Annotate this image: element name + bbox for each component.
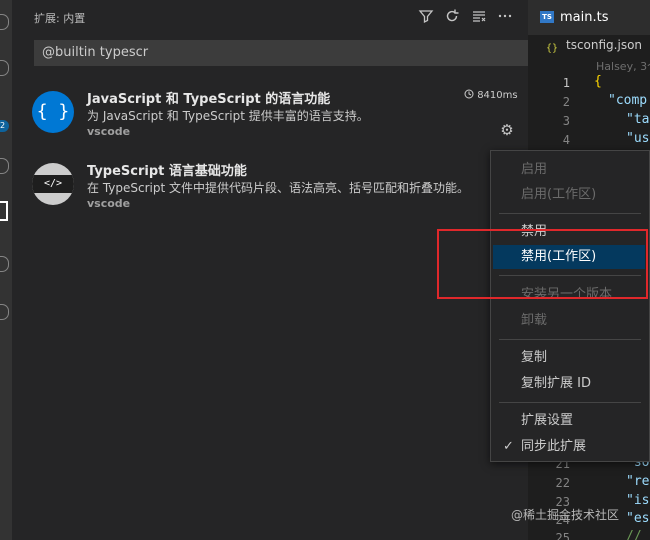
- search-icon[interactable]: [0, 60, 9, 76]
- svg-text:{}: {}: [546, 43, 558, 54]
- activation-time: 8410ms: [464, 89, 518, 101]
- extension-item-js-ts-features[interactable]: { } JavaScript 和 TypeScript 的语言功能 为 Java…: [12, 83, 528, 155]
- extension-publisher: vscode: [87, 125, 131, 138]
- testing-icon[interactable]: [0, 304, 9, 320]
- breadcrumb-file[interactable]: tsconfig.json: [566, 38, 642, 52]
- code-line[interactable]: "comp: [608, 93, 647, 108]
- extension-description: 为 JavaScript 和 TypeScript 提供丰富的语言支持。: [87, 109, 369, 123]
- panel-header: 扩展: 内置: [12, 0, 528, 36]
- explorer-icon[interactable]: [0, 14, 9, 30]
- panel-title: 扩展: 内置: [34, 12, 86, 25]
- search-input[interactable]: @builtin typescr: [34, 40, 528, 66]
- menu-item-enable-workspace[interactable]: 启用(工作区): [491, 183, 649, 207]
- gear-icon[interactable]: ⚙: [498, 121, 516, 139]
- code-line[interactable]: "es: [626, 511, 649, 526]
- source-control-badge: 2: [0, 120, 9, 132]
- remote-icon[interactable]: [0, 256, 9, 272]
- activity-bar: 2: [0, 0, 12, 540]
- line-number: 3: [562, 114, 570, 128]
- typescript-file-icon: TS: [540, 11, 554, 23]
- extension-publisher: vscode: [87, 197, 131, 210]
- code-line[interactable]: "is: [626, 493, 649, 508]
- line-number: 22: [555, 476, 570, 490]
- line-number: 2: [562, 95, 570, 109]
- menu-item-enable[interactable]: 启用: [491, 158, 649, 182]
- menu-item-copy[interactable]: 复制: [491, 346, 649, 370]
- extension-logo-code: </>: [32, 175, 74, 193]
- clock-icon: [464, 89, 474, 99]
- line-number: 1: [562, 76, 570, 90]
- menu-item-extension-settings[interactable]: 扩展设置: [491, 409, 649, 433]
- menu-item-label: 同步此扩展: [521, 439, 587, 454]
- run-debug-icon[interactable]: [0, 158, 9, 174]
- tab-main-ts[interactable]: TS main.ts: [528, 0, 650, 35]
- tab-label: main.ts: [560, 10, 609, 25]
- menu-item-uninstall[interactable]: 卸载: [491, 309, 649, 333]
- refresh-icon[interactable]: [443, 8, 461, 26]
- extension-context-menu: 启用 启用(工作区) 禁用 禁用(工作区) 安装另一个版本 卸载 复制 复制扩展…: [490, 150, 650, 462]
- extension-name: TypeScript 语言基础功能: [87, 164, 247, 179]
- code-line[interactable]: {: [594, 74, 602, 89]
- menu-item-copy-extension-id[interactable]: 复制扩展 ID: [491, 372, 649, 396]
- menu-separator: [499, 213, 641, 214]
- extensions-icon[interactable]: [0, 201, 8, 221]
- code-line[interactable]: //: [626, 529, 642, 540]
- check-icon: ✓: [503, 439, 514, 454]
- menu-item-sync-extension[interactable]: ✓ 同步此扩展: [491, 435, 649, 459]
- activation-time-value: 8410ms: [477, 90, 518, 101]
- json-file-icon: {}: [546, 43, 558, 54]
- line-number: 25: [555, 531, 570, 540]
- code-line[interactable]: "us: [626, 131, 649, 146]
- annotation-highlight-box: [437, 229, 648, 299]
- extension-item-ts-basics[interactable]: </> TypeScript 语言基础功能 在 TypeScript 文件中提供…: [12, 155, 528, 227]
- watermark: @稀土掘金技术社区: [511, 508, 620, 522]
- extension-logo: { }: [32, 91, 74, 133]
- menu-separator: [499, 402, 641, 403]
- more-actions-icon[interactable]: [496, 8, 514, 26]
- clear-extensions-icon[interactable]: [470, 8, 488, 26]
- blame-annotation: Halsey, 3个: [596, 60, 650, 73]
- code-line[interactable]: "ta: [626, 112, 649, 127]
- extension-description: 在 TypeScript 文件中提供代码片段、语法高亮、括号匹配和折叠功能。: [87, 181, 469, 195]
- filter-icon[interactable]: [417, 8, 435, 26]
- extension-logo: </>: [32, 163, 74, 205]
- extension-name: JavaScript 和 TypeScript 的语言功能: [87, 92, 331, 107]
- tab-bar: TS main.ts: [528, 0, 650, 35]
- menu-separator: [499, 339, 641, 340]
- line-number: 4: [562, 133, 570, 147]
- code-line[interactable]: "re: [626, 474, 649, 489]
